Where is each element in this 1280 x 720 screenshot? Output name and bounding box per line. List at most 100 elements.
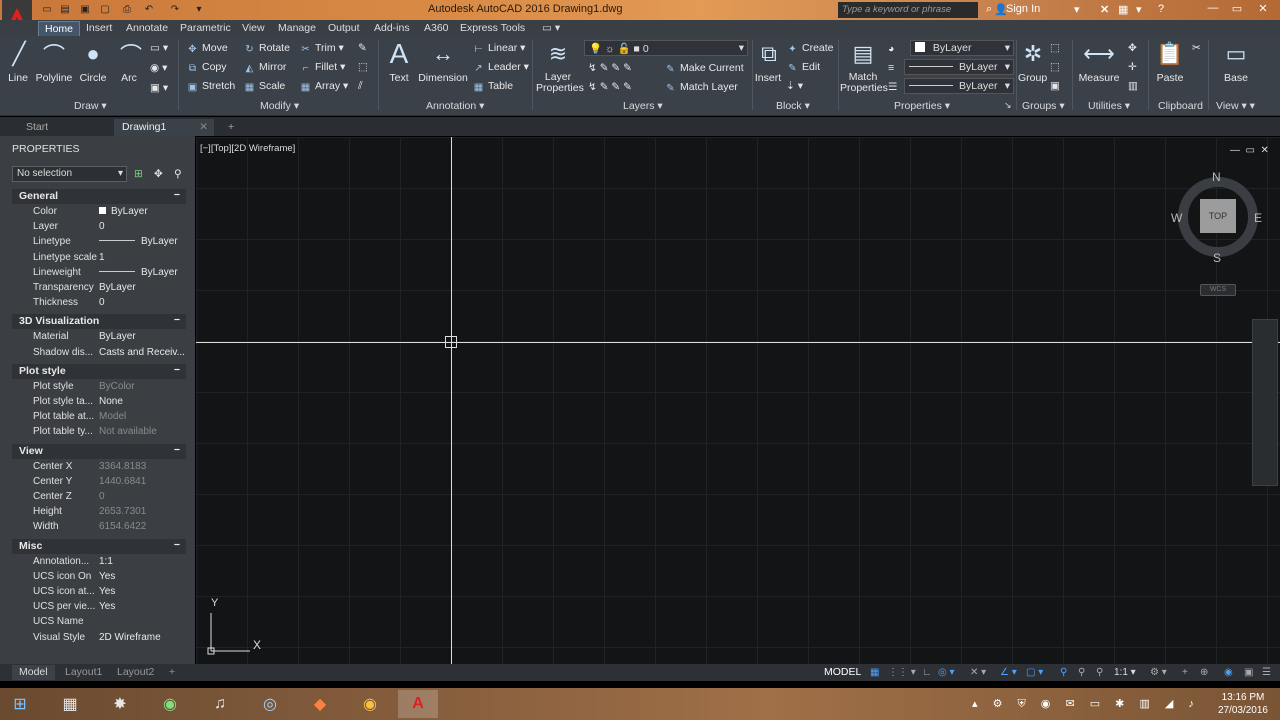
toggle-pickadd-icon[interactable]: ⊞: [134, 168, 143, 180]
taskbar-app-blue[interactable]: ◎: [250, 690, 290, 718]
rectangle-icon[interactable]: ▭ ▾: [150, 42, 168, 54]
tab-output[interactable]: Output: [322, 21, 366, 36]
quick-select-icon[interactable]: ⚲: [174, 168, 182, 180]
open-file-icon[interactable]: ▤: [58, 3, 72, 17]
search-input[interactable]: Type a keyword or phrase: [838, 2, 978, 18]
linear-button[interactable]: ⊢ Linear ▾: [472, 42, 525, 55]
circle-button[interactable]: ● Circle: [78, 40, 108, 84]
property-value[interactable]: 0: [99, 221, 185, 232]
a360-icon[interactable]: ▦: [1118, 3, 1128, 16]
property-row[interactable]: UCS icon at... Yes: [12, 585, 186, 600]
osnap-icon[interactable]: ▢ ▾: [1026, 667, 1043, 678]
taskbar-app-green[interactable]: ◉: [150, 690, 190, 718]
region-icon[interactable]: ▣ ▾: [150, 82, 168, 94]
clipboard-panel-label[interactable]: Clipboard: [1158, 100, 1203, 112]
property-row[interactable]: Height 2653.7301: [12, 505, 186, 520]
ungroup-icon[interactable]: ⬚: [1050, 42, 1060, 54]
ribbon-options-icon[interactable]: ▭ ▾: [536, 21, 566, 36]
start-button[interactable]: ⊞: [0, 690, 40, 718]
navigation-bar[interactable]: [1252, 319, 1278, 486]
line-button[interactable]: ╱ Line: [4, 40, 32, 84]
compass-east[interactable]: E: [1254, 211, 1262, 225]
property-value[interactable]: 0: [99, 491, 185, 502]
section-general[interactable]: General −: [12, 189, 186, 204]
leader-button[interactable]: ↗ Leader ▾: [472, 61, 529, 74]
help-icon[interactable]: ?: [1158, 3, 1164, 15]
new-tab-button[interactable]: +: [220, 119, 242, 136]
property-value[interactable]: ByLayer: [99, 331, 185, 342]
erase-icon[interactable]: ✎: [358, 42, 367, 54]
dropdown-icon[interactable]: ▾: [1074, 3, 1080, 16]
collapse-icon[interactable]: −: [174, 444, 180, 456]
minimize-icon[interactable]: —: [1202, 2, 1224, 16]
property-row[interactable]: Lineweight ByLayer: [12, 266, 186, 281]
offset-icon[interactable]: ⫽: [358, 80, 363, 93]
tab-home[interactable]: Home: [38, 21, 81, 36]
property-row[interactable]: Linetype ByLayer: [12, 235, 186, 250]
viewport-controls[interactable]: [−][Top][2D Wireframe]: [200, 143, 295, 154]
hardware-acceleration-icon[interactable]: ⊕: [1200, 667, 1208, 678]
copy-button[interactable]: ⧉ Copy: [186, 61, 227, 74]
tab-manage[interactable]: Manage: [272, 21, 322, 36]
create-block-button[interactable]: ✦ Create: [786, 42, 833, 55]
taskbar-chrome[interactable]: ◉: [350, 690, 390, 718]
system-clock[interactable]: 13:16 PM 27/03/2016: [1218, 691, 1268, 717]
annotation-panel-label[interactable]: Annotation ▾: [426, 100, 484, 112]
property-row[interactable]: Material ByLayer: [12, 330, 186, 345]
tab-view[interactable]: View: [236, 21, 271, 36]
property-row[interactable]: Center Y 1440.6841: [12, 475, 186, 490]
workspace-gear-icon[interactable]: ⚙ ▾: [1150, 667, 1167, 678]
layer-dropdown[interactable]: 💡 ☼ 🔓 ■ 0 ▾: [584, 40, 748, 56]
taskbar-itunes[interactable]: ♫: [200, 690, 240, 718]
trim-button[interactable]: ✂ Trim ▾: [299, 42, 344, 55]
make-current-button[interactable]: ✎ Make Current: [664, 62, 743, 75]
property-row[interactable]: Visual Style 2D Wireframe: [12, 631, 186, 646]
layers-panel-label[interactable]: Layers ▾: [623, 100, 663, 112]
apps-icon[interactable]: ▾: [1136, 3, 1142, 16]
draw-panel-label[interactable]: Draw ▾: [74, 100, 107, 112]
scale-button[interactable]: ▦ Scale: [243, 80, 286, 93]
array-button[interactable]: ▦ Array ▾: [299, 80, 349, 93]
insert-button[interactable]: ⧉ Insert: [754, 40, 782, 84]
tab-express-tools[interactable]: Express Tools: [454, 21, 531, 36]
tab-layout2[interactable]: Layout2: [110, 665, 161, 680]
color-dropdown[interactable]: ByLayer ▾: [910, 40, 1014, 56]
tab-parametric[interactable]: Parametric: [174, 21, 237, 36]
system-tray-icons[interactable]: ▴ ⚙ ⛨ ◉ ✉ ▭ ✱ ▥ ◢ ♪: [972, 697, 1200, 711]
customize-icon[interactable]: ▾: [192, 3, 206, 17]
view-panel-label[interactable]: View ▾ ▾: [1216, 100, 1255, 112]
wcs-menu[interactable]: WCS: [1200, 284, 1236, 296]
block-panel-label[interactable]: Block ▾: [776, 100, 810, 112]
measure-button[interactable]: ⟷ Measure: [1078, 40, 1120, 84]
section-plot[interactable]: Plot style −: [12, 363, 186, 379]
property-value[interactable]: None: [99, 396, 185, 407]
property-row[interactable]: UCS Name: [12, 615, 186, 630]
taskbar-app-orange[interactable]: ◆: [300, 690, 340, 718]
move-button[interactable]: ✥ Move: [186, 42, 227, 55]
property-row[interactable]: Linetype scale 1: [12, 251, 186, 266]
edit-block-button[interactable]: ✎ Edit: [786, 61, 820, 74]
restore-icon[interactable]: ▭: [1226, 2, 1248, 16]
rotate-button[interactable]: ↻ Rotate: [243, 42, 290, 55]
paste-button[interactable]: 📋 Paste: [1152, 40, 1188, 84]
properties-panel-label[interactable]: Properties ▾: [894, 100, 950, 112]
tab-layout1[interactable]: Layout1: [58, 665, 109, 680]
taskbar-explorer[interactable]: ▦: [50, 690, 90, 718]
cut-icon[interactable]: ✂: [1192, 42, 1201, 54]
group-select-icon[interactable]: ▣: [1050, 80, 1060, 92]
match-layer-button[interactable]: ✎ Match Layer: [664, 81, 737, 94]
layer-tools-2-icon[interactable]: ↯ ✎ ✎ ✎: [588, 81, 632, 93]
layer-properties-button[interactable]: ≋ Layer Properties: [536, 40, 584, 94]
property-row[interactable]: Plot style ta... None: [12, 395, 186, 410]
grid-icon[interactable]: ▦: [870, 667, 879, 678]
property-value[interactable]: Casts and Receiv...: [99, 347, 185, 358]
property-value[interactable]: ByLayer: [99, 267, 185, 278]
property-row[interactable]: Plot table at... Model: [12, 410, 186, 425]
compass-south[interactable]: S: [1213, 251, 1221, 265]
taskbar-app-game[interactable]: ✸: [100, 690, 140, 718]
property-row[interactable]: Plot style ByColor: [12, 380, 186, 395]
property-value[interactable]: 6154.6422: [99, 521, 185, 532]
add-icon[interactable]: +: [1182, 667, 1188, 678]
customization-icon[interactable]: ☰: [1262, 667, 1271, 678]
layer-tools-icon[interactable]: ↯ ✎ ✎ ✎: [588, 62, 632, 74]
